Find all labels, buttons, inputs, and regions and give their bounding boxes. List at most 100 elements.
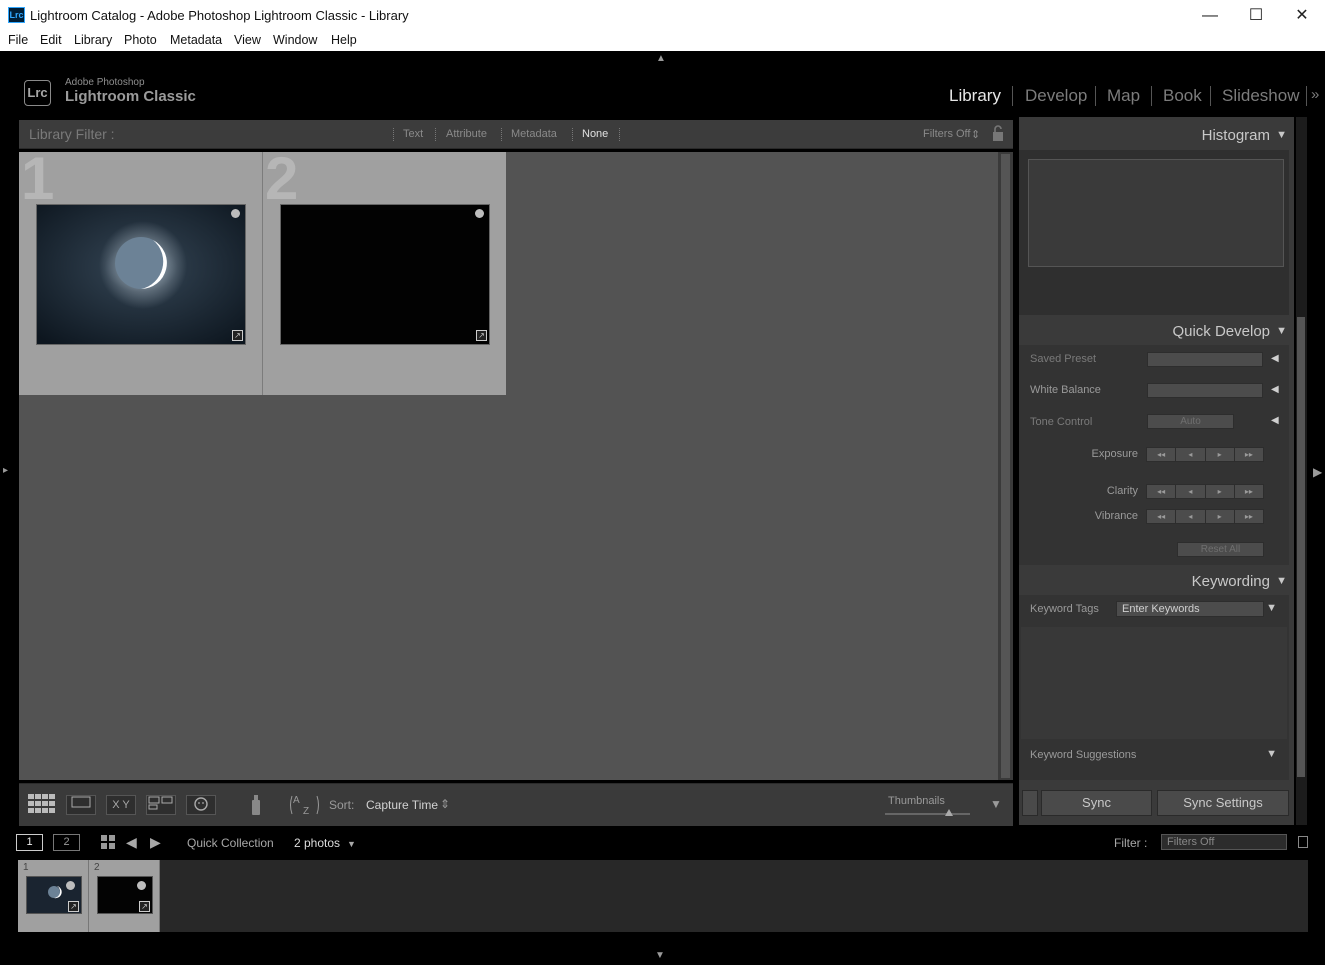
auto-sync-switch[interactable] xyxy=(1022,790,1038,816)
saved-preset-dropdown[interactable] xyxy=(1147,352,1263,367)
people-view-button[interactable] xyxy=(186,795,216,815)
grid-cell[interactable]: 2 ↗ xyxy=(263,145,506,395)
filmstrip-source[interactable]: Quick Collection xyxy=(187,836,274,850)
module-map[interactable]: Map xyxy=(1107,86,1140,106)
filmstrip-cell[interactable]: 2 ↗ xyxy=(89,860,160,932)
step-icon[interactable]: ◂◂ xyxy=(1147,510,1177,523)
step-icon[interactable]: ◂ xyxy=(1176,485,1206,498)
expand-left-icon[interactable]: ◀ xyxy=(1271,353,1279,364)
sort-dropdown[interactable]: Capture Time xyxy=(366,798,438,812)
module-book[interactable]: Book xyxy=(1163,86,1202,106)
menu-photo[interactable]: Photo xyxy=(124,33,157,47)
photo-count-dropdown-icon[interactable]: ▼ xyxy=(347,839,356,849)
exposure-stepper[interactable]: ◂◂ ◂ ▸ ▸▸ xyxy=(1146,447,1264,462)
compare-view-button[interactable]: X Y xyxy=(106,795,136,815)
step-icon[interactable]: ▸ xyxy=(1206,485,1235,498)
module-library[interactable]: Library xyxy=(949,86,1001,106)
vibrance-stepper[interactable]: ◂◂ ◂ ▸ ▸▸ xyxy=(1146,509,1264,524)
edit-badge-icon[interactable]: ↗ xyxy=(476,330,487,341)
photo-thumbnail[interactable] xyxy=(280,204,490,345)
filter-metadata[interactable]: Metadata xyxy=(511,128,557,140)
sync-settings-button[interactable]: Sync Settings xyxy=(1157,790,1289,816)
close-button[interactable]: ✕ xyxy=(1279,0,1325,31)
flag-dot-icon[interactable] xyxy=(231,209,240,218)
forward-arrow-icon[interactable]: ▶ xyxy=(150,834,161,851)
menu-window[interactable]: Window xyxy=(273,33,317,47)
toolbar-options-icon[interactable]: ▼ xyxy=(990,797,1002,811)
menu-view[interactable]: View xyxy=(234,33,261,47)
step-icon[interactable]: ▸ xyxy=(1206,510,1235,523)
sync-button[interactable]: Sync xyxy=(1041,790,1152,816)
step-icon[interactable]: ▸▸ xyxy=(1235,510,1263,523)
second-window-button[interactable]: 2 xyxy=(53,834,80,851)
filters-off-dropdown[interactable]: Filters Off xyxy=(923,128,970,140)
edit-badge-icon[interactable]: ↗ xyxy=(68,901,79,912)
grid-scrollbar[interactable] xyxy=(998,152,1013,780)
photo-count[interactable]: 2 photos xyxy=(294,836,340,850)
keywording-header[interactable]: Keywording ▼ xyxy=(1019,565,1294,595)
photo-thumbnail[interactable] xyxy=(36,204,246,345)
left-panel-toggle-icon[interactable]: ▸ xyxy=(3,465,8,476)
expand-left-icon[interactable]: ◀ xyxy=(1271,384,1279,395)
survey-view-button[interactable] xyxy=(146,795,176,815)
grid-view-icon[interactable] xyxy=(28,794,56,819)
keyword-suggestions-toggle-icon[interactable]: ▼ xyxy=(1266,748,1277,760)
edit-badge-icon[interactable]: ↗ xyxy=(139,901,150,912)
step-icon[interactable]: ◂◂ xyxy=(1147,448,1177,461)
filter-text[interactable]: Text xyxy=(403,128,423,140)
thumbnails-slider[interactable] xyxy=(885,813,970,815)
maximize-button[interactable]: ☐ xyxy=(1233,0,1279,31)
filters-chevron-icon[interactable]: ⇕ xyxy=(971,128,980,141)
filter-none[interactable]: None xyxy=(582,128,608,140)
keyword-tags-textarea[interactable] xyxy=(1021,627,1287,739)
reset-all-button[interactable]: Reset All xyxy=(1177,542,1264,557)
step-icon[interactable]: ▸▸ xyxy=(1235,485,1263,498)
menu-file[interactable]: File xyxy=(8,33,28,47)
keyword-tags-dropdown[interactable]: Enter Keywords xyxy=(1116,601,1264,617)
thumbnails-slider-handle[interactable] xyxy=(944,809,953,816)
menu-help[interactable]: Help xyxy=(331,33,357,47)
flag-dot-icon[interactable] xyxy=(475,209,484,218)
collapse-triangle-icon[interactable]: ▼ xyxy=(1276,575,1287,587)
filmstrip-cell[interactable]: 1 ↗ xyxy=(18,860,89,932)
edit-badge-icon[interactable]: ↗ xyxy=(232,330,243,341)
grid-view-icon[interactable] xyxy=(101,835,116,855)
main-window-button[interactable]: 1 xyxy=(16,834,43,851)
right-panel-toggle-icon[interactable]: ▶ xyxy=(1313,465,1322,479)
step-icon[interactable]: ▸▸ xyxy=(1235,448,1263,461)
more-modules-icon[interactable]: » xyxy=(1311,86,1319,103)
step-icon[interactable]: ◂ xyxy=(1176,510,1206,523)
clarity-stepper[interactable]: ◂◂ ◂ ▸ ▸▸ xyxy=(1146,484,1264,499)
white-balance-dropdown[interactable] xyxy=(1147,383,1263,398)
collapse-triangle-icon[interactable]: ▼ xyxy=(1276,129,1287,141)
loupe-view-button[interactable] xyxy=(66,795,96,815)
keyword-tags-menu-icon[interactable]: ▼ xyxy=(1266,602,1277,614)
painter-icon[interactable] xyxy=(247,792,265,823)
scrollbar-track[interactable] xyxy=(1001,154,1010,778)
filter-lock-switch[interactable] xyxy=(1298,836,1308,848)
top-panel-toggle-icon[interactable]: ▲ xyxy=(656,53,666,64)
sort-chevron-icon[interactable]: ⇕ xyxy=(440,797,450,811)
quick-develop-header[interactable]: Quick Develop ▼ xyxy=(1019,315,1294,345)
filmstrip-filter-dropdown[interactable]: Filters Off xyxy=(1161,834,1287,850)
back-arrow-icon[interactable]: ◀ xyxy=(126,834,137,851)
flag-dot-icon[interactable] xyxy=(137,881,146,890)
histogram-header[interactable]: Histogram ▼ xyxy=(1019,117,1294,147)
menu-library[interactable]: Library xyxy=(74,33,112,47)
module-develop[interactable]: Develop xyxy=(1025,86,1087,106)
step-icon[interactable]: ▸ xyxy=(1206,448,1235,461)
step-icon[interactable]: ◂◂ xyxy=(1147,485,1177,498)
sort-direction-icon[interactable]: AZ xyxy=(289,792,323,823)
right-panel-scrollbar[interactable] xyxy=(1296,117,1307,825)
menu-edit[interactable]: Edit xyxy=(40,33,62,47)
filter-attribute[interactable]: Attribute xyxy=(446,128,487,140)
step-icon[interactable]: ◂ xyxy=(1176,448,1206,461)
lock-icon[interactable] xyxy=(991,125,1005,147)
bottom-panel-toggle-icon[interactable]: ▼ xyxy=(655,950,665,961)
module-slideshow[interactable]: Slideshow xyxy=(1222,86,1300,106)
grid-cell[interactable]: 1 ↗ xyxy=(19,145,262,395)
menu-metadata[interactable]: Metadata xyxy=(170,33,222,47)
collapse-triangle-icon[interactable]: ▼ xyxy=(1276,325,1287,337)
flag-dot-icon[interactable] xyxy=(66,881,75,890)
expand-left-icon[interactable]: ◀ xyxy=(1271,415,1279,426)
